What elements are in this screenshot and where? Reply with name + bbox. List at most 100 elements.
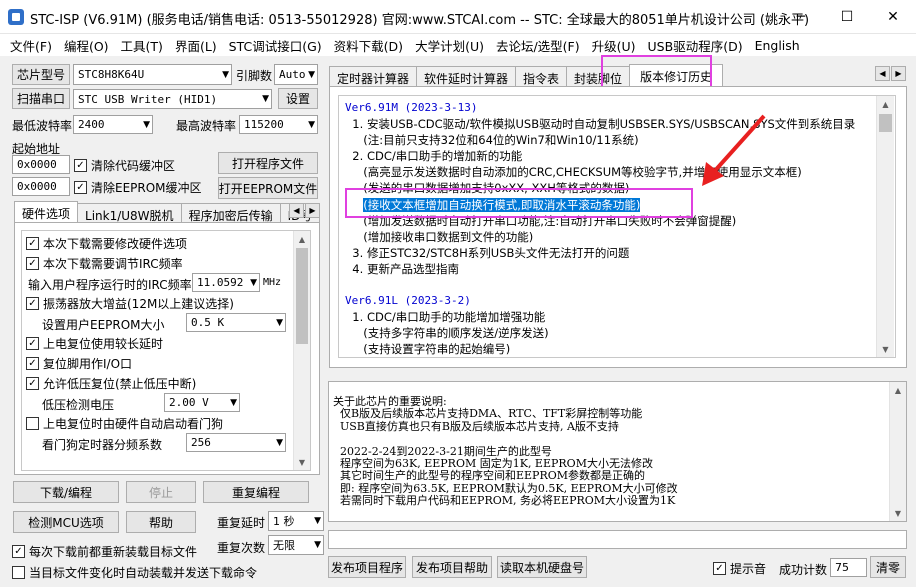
chevron-down-icon: ▼ [276, 317, 283, 328]
opt-reset-pin-io[interactable]: ✓ 复位脚用作I/O口 [26, 355, 132, 372]
red-arrow-icon [702, 114, 766, 186]
help-button[interactable]: 帮助 [126, 511, 196, 533]
repeat-program-button[interactable]: 重复编程 [203, 481, 309, 503]
opt-modify-hardware[interactable]: ✓ 本次下载需要修改硬件选项 [26, 235, 187, 252]
maximize-button[interactable]: ☐ [824, 0, 870, 34]
checkbox-icon [12, 566, 25, 579]
settings-button[interactable]: 设置 [278, 88, 318, 109]
repeat-delay-value: 1 秒 [273, 515, 295, 528]
read-disk-id-button[interactable]: 读取本机硬盘号 [497, 556, 587, 578]
eeprom-size-select[interactable]: 0.5 K ▼ [186, 313, 286, 332]
chip-type-button[interactable]: 芯片型号 [12, 64, 70, 85]
menu-english[interactable]: English [749, 38, 806, 53]
scroll-up-icon[interactable]: ▲ [294, 231, 310, 247]
checkbox-icon: ✓ [26, 357, 39, 370]
watchdog-divider-select[interactable]: 256 ▼ [186, 433, 286, 452]
clear-code-checkbox[interactable]: ✓ 清除代码缓冲区 [74, 157, 175, 174]
info-line: 仅B版及后续版本芯片支持DMA、RTC、TFT彩屏控制等功能 [333, 407, 643, 421]
scroll-down-icon[interactable]: ▼ [890, 505, 906, 521]
clear-count-button[interactable]: 清零 [870, 556, 906, 578]
checkbox-icon: ✓ [26, 297, 39, 310]
chip-info-text[interactable]: 关于此芯片的重要说明: 仅B版及后续版本芯片支持DMA、RTC、TFT彩屏控制等… [328, 381, 907, 522]
eeprom-address-input[interactable]: 0x0000 [12, 177, 70, 196]
menu-interface[interactable]: 界面(L) [169, 36, 223, 55]
sound-checkbox[interactable]: ✓ 提示音 [713, 560, 766, 577]
scan-port-button[interactable]: 扫描串口 [12, 88, 70, 109]
chip-info-scrollbar[interactable]: ▲ ▼ [889, 382, 906, 521]
chevron-down-icon: ▼ [230, 397, 237, 408]
low-voltage-select[interactable]: 2.00 V ▼ [164, 393, 240, 412]
open-eeprom-file-button[interactable]: 打开EEPROM文件 [218, 177, 318, 199]
opt-auto-watchdog[interactable]: 上电复位时由硬件自动启动看门狗 [26, 415, 223, 432]
publish-help-button[interactable]: 发布项目帮助 [412, 556, 492, 578]
menu-university[interactable]: 大学计划(U) [409, 36, 490, 55]
irc-frequency-select[interactable]: 11.0592 ▼ [192, 273, 260, 292]
max-baud-label: 最高波特率 [176, 119, 237, 133]
note-line: (支持多字符串的顺序发送/逆序发送) [345, 326, 549, 341]
scroll-up-icon[interactable]: ▲ [877, 96, 894, 112]
pin-count-label: 引脚数 [236, 69, 273, 83]
max-baud-select[interactable]: 115200 ▼ [239, 115, 318, 134]
right-tab-scroll-right-button[interactable]: ▶ [891, 66, 906, 81]
menu-upgrade[interactable]: 升级(U) [586, 36, 642, 55]
repeat-delay-select[interactable]: 1 秒 ▼ [268, 511, 324, 531]
menu-program[interactable]: 编程(O) [58, 36, 115, 55]
reload-each-checkbox[interactable]: ✓ 每次下载前都重新装载目标文件 [12, 543, 197, 560]
version-notes-scrollbar[interactable]: ▲ ▼ [876, 96, 894, 357]
menu-forum[interactable]: 去论坛/选型(F) [490, 36, 586, 55]
menu-debug[interactable]: STC调试接口(G) [223, 36, 328, 55]
tab-scroll-left-button[interactable]: ◀ [289, 203, 304, 218]
scroll-down-icon[interactable]: ▼ [877, 341, 894, 357]
scroll-thumb[interactable] [296, 248, 308, 344]
code-address-input[interactable]: 0x0000 [12, 155, 70, 174]
irc-frequency-value: 11.0592 [197, 276, 244, 289]
max-baud-value: 115200 [244, 118, 284, 131]
clear-eeprom-checkbox[interactable]: ✓ 清除EEPROM缓冲区 [74, 179, 202, 196]
minimize-button[interactable]: ─ [778, 0, 824, 34]
hardware-options-pane: ✓ 本次下载需要修改硬件选项 ✓ 本次下载需要调节IRC频率 输入用户程序运行时的I… [14, 222, 320, 475]
pin-count-select[interactable]: Auto ▼ [274, 64, 318, 85]
chevron-down-icon: ▼ [250, 277, 257, 288]
menu-file[interactable]: 文件(F) [4, 36, 58, 55]
checkbox-icon: ✓ [26, 377, 39, 390]
chip-type-select[interactable]: STC8H8K64U ▼ [73, 64, 232, 85]
pin-count-value: Auto [279, 68, 306, 81]
menu-tools[interactable]: 工具(T) [115, 36, 169, 55]
hardware-options-scrollbar[interactable]: ▲ ▼ [293, 231, 310, 470]
download-program-button[interactable]: 下载/编程 [13, 481, 119, 503]
checkbox-icon: ✓ [713, 562, 726, 575]
close-button[interactable]: ✕ [870, 0, 916, 34]
irc-unit: MHz [263, 277, 282, 288]
opt-adjust-irc[interactable]: ✓ 本次下载需要调节IRC频率 [26, 255, 183, 272]
app-icon [8, 9, 24, 25]
scroll-up-icon[interactable]: ▲ [890, 382, 906, 398]
opt-oscillator-gain[interactable]: ✓ 振荡器放大增益(12M以上建议选择) [26, 295, 234, 312]
repeat-count-label: 重复次数 [217, 541, 266, 555]
opt-long-reset-delay[interactable]: ✓ 上电复位使用较长延时 [26, 335, 163, 352]
note-line: 1. 安装USB-CDC驱动/软件模拟USB驱动时自动复制USBSER.SYS/… [345, 117, 856, 132]
chevron-down-icon: ▼ [314, 540, 321, 550]
irc-frequency-label: 输入用户程序运行时的IRC频率 [28, 278, 192, 292]
port-select[interactable]: STC USB Writer (HID1) ▼ [73, 89, 272, 109]
detect-mcu-button[interactable]: 检测MCU选项 [13, 511, 119, 533]
chip-type-value: STC8H8K64U [78, 68, 145, 81]
min-baud-select[interactable]: 2400 ▼ [73, 115, 153, 134]
open-program-file-button[interactable]: 打开程序文件 [218, 152, 318, 174]
scroll-down-icon[interactable]: ▼ [294, 454, 310, 470]
version-history-pane: Ver6.91M (2023-3-13) 1. 安装USB-CDC驱动/软件模拟… [329, 86, 907, 368]
auto-load-checkbox[interactable]: 当目标文件变化时自动装载并发送下载命令 [12, 564, 257, 581]
menu-usb-driver[interactable]: USB驱动程序(D) [642, 36, 749, 55]
clear-code-label: 清除代码缓冲区 [91, 159, 176, 173]
watchdog-divider-label: 看门狗定时器分频系数 [42, 438, 163, 452]
right-tab-scroll-left-button[interactable]: ◀ [875, 66, 890, 81]
title-bar: STC-ISP (V6.91M) (服务电话/销售电话: 0513-550129… [0, 0, 916, 34]
repeat-count-select[interactable]: 无限 ▼ [268, 535, 324, 555]
stop-button[interactable]: 停止 [126, 481, 196, 503]
scroll-thumb[interactable] [879, 114, 892, 132]
version-notes-text[interactable]: Ver6.91M (2023-3-13) 1. 安装USB-CDC驱动/软件模拟… [338, 95, 896, 358]
opt-low-voltage-reset[interactable]: ✓ 允许低压复位(禁止低压中断) [26, 375, 196, 392]
menu-downloads[interactable]: 资料下载(D) [328, 36, 409, 55]
tab-scroll-right-button[interactable]: ▶ [305, 203, 320, 218]
note-line: 4. 更新产品选型指南 [345, 261, 459, 276]
publish-program-button[interactable]: 发布项目程序 [328, 556, 406, 578]
